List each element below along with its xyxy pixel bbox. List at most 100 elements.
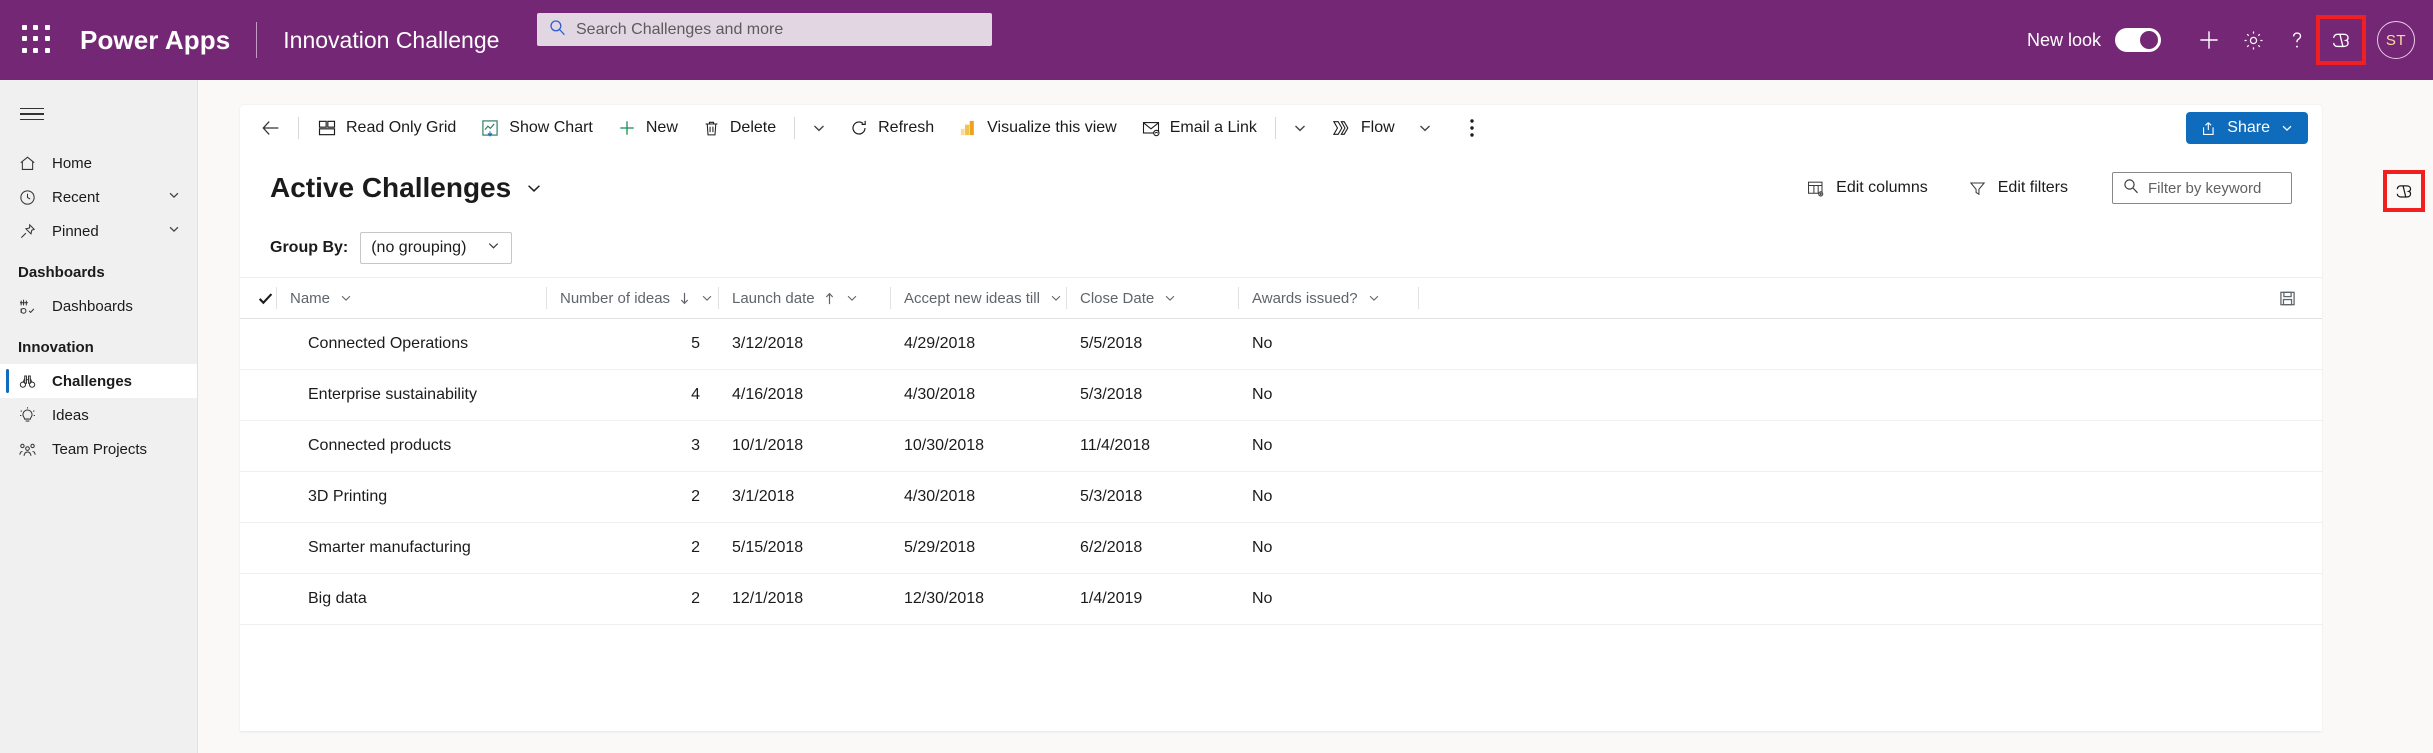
more-commands-button[interactable]	[1459, 108, 1485, 148]
column-label: Close Date	[1080, 289, 1155, 307]
command-label: Email a Link	[1169, 119, 1257, 136]
column-header-awards-issued[interactable]: Awards issued?	[1238, 277, 1418, 319]
column-header-launch-date[interactable]: Launch date	[718, 277, 890, 319]
chevron-down-icon[interactable]	[2280, 121, 2294, 135]
sidebar-item-home[interactable]: Home	[0, 146, 197, 180]
cell-name[interactable]: Enterprise sustainability	[276, 386, 546, 404]
hamburger-menu-icon[interactable]	[10, 92, 54, 136]
add-icon[interactable]	[2187, 18, 2231, 62]
cell-close-date: 11/4/2018	[1080, 437, 1150, 454]
app-name[interactable]: Innovation Challenge	[283, 27, 499, 54]
chevron-down-icon[interactable]	[1367, 291, 1381, 305]
command-bar: Read Only Grid Show Chart New Delete Ref…	[240, 105, 2322, 151]
sidebar-item-dashboards[interactable]: Dashboards	[0, 289, 197, 323]
cell-name[interactable]: Connected Operations	[276, 335, 546, 353]
email-a-link-button[interactable]: Email a Link	[1129, 108, 1269, 148]
column-header-accept-new-ideas-till[interactable]: Accept new ideas till	[890, 277, 1066, 319]
flow-button[interactable]: Flow	[1318, 108, 1407, 148]
table-row[interactable]: Connected Operations 5 3/12/2018 4/29/20…	[240, 319, 2322, 370]
cell-launch-date: 12/1/2018	[732, 590, 804, 607]
email-icon	[1141, 118, 1161, 138]
sidebar-item-recent[interactable]: Recent	[0, 180, 197, 214]
refresh-button[interactable]: Refresh	[837, 108, 946, 148]
cell-name[interactable]: Big data	[276, 590, 546, 608]
sidebar-item-label: Challenges	[52, 372, 133, 390]
copilot-icon[interactable]	[2316, 15, 2366, 65]
command-label: Visualize this view	[987, 119, 1117, 136]
email-overflow-chevron[interactable]	[1282, 108, 1318, 148]
column-label: Name	[290, 289, 331, 307]
keyword-filter[interactable]	[2112, 172, 2292, 204]
table-row[interactable]: Smarter manufacturing 2 5/15/2018 5/29/2…	[240, 523, 2322, 574]
chevron-down-icon[interactable]	[1163, 291, 1177, 305]
sidebar-item-ideas[interactable]: Ideas	[0, 398, 197, 432]
global-search[interactable]	[537, 13, 992, 46]
cell-name[interactable]: Smarter manufacturing	[276, 539, 546, 557]
new-button[interactable]: New	[605, 108, 690, 148]
app-header: Power Apps Innovation Challenge New look	[0, 0, 2433, 80]
cell-accept-new-ideas-till: 10/30/2018	[904, 437, 985, 454]
plus-icon	[617, 118, 637, 138]
read-only-grid-button[interactable]: Read Only Grid	[305, 108, 468, 148]
cell-accept-new-ideas-till: 4/30/2018	[904, 386, 976, 403]
column-header-close-date[interactable]: Close Date	[1066, 277, 1238, 319]
visualize-this-view-button[interactable]: Visualize this view	[946, 108, 1129, 148]
group-by-value: (no grouping)	[371, 239, 467, 256]
edit-columns-button[interactable]: Edit columns	[1806, 179, 1928, 198]
new-look-toggle[interactable]	[2115, 28, 2161, 52]
table-row[interactable]: 3D Printing 2 3/1/2018 4/30/2018 5/3/201…	[240, 472, 2322, 523]
trash-icon	[702, 119, 721, 138]
waffle-grid-icon[interactable]	[22, 25, 52, 55]
header-divider	[256, 22, 258, 58]
save-icon[interactable]	[2279, 290, 2296, 307]
sidebar-item-team-projects[interactable]: Team Projects	[0, 432, 197, 466]
cell-launch-date: 3/12/2018	[732, 335, 804, 352]
view-selector-chevron-down-icon[interactable]	[525, 179, 543, 197]
keyword-filter-input[interactable]	[2148, 179, 2278, 197]
chevron-down-icon[interactable]	[167, 222, 181, 240]
select-all-checkbox[interactable]	[240, 290, 276, 307]
edit-filters-button[interactable]: Edit filters	[1968, 179, 2068, 198]
pin-icon	[18, 222, 44, 241]
sidebar-item-challenges[interactable]: Challenges	[0, 364, 197, 398]
copilot-panel-button[interactable]	[2375, 168, 2433, 214]
table-row[interactable]: Big data 2 12/1/2018 12/30/2018 1/4/2019…	[240, 574, 2322, 625]
show-chart-button[interactable]: Show Chart	[468, 108, 605, 148]
cell-accept-new-ideas-till: 12/30/2018	[904, 590, 985, 607]
delete-button[interactable]: Delete	[690, 108, 788, 148]
column-header-number-of-ideas[interactable]: Number of ideas	[546, 277, 718, 319]
search-icon	[2123, 178, 2139, 199]
table-row[interactable]: Connected products 3 10/1/2018 10/30/201…	[240, 421, 2322, 472]
chevron-down-icon[interactable]	[845, 291, 859, 305]
group-by-select[interactable]: (no grouping)	[360, 232, 513, 264]
chevron-down-icon[interactable]	[700, 291, 714, 305]
chart-icon	[480, 118, 500, 138]
sort-ascending-icon	[823, 291, 836, 306]
cell-name[interactable]: Connected products	[276, 437, 546, 455]
cell-name[interactable]: 3D Printing	[276, 488, 546, 506]
chevron-down-icon[interactable]	[1049, 291, 1063, 305]
search-input[interactable]	[576, 20, 956, 39]
copilot-icon[interactable]	[2383, 170, 2425, 212]
command-label: Refresh	[878, 119, 935, 136]
settings-gear-icon[interactable]	[2231, 18, 2275, 62]
column-header-name[interactable]: Name	[276, 277, 546, 319]
brand-title[interactable]: Power Apps	[80, 25, 230, 56]
avatar[interactable]: ST	[2377, 21, 2415, 59]
share-button[interactable]: Share	[2186, 112, 2308, 144]
chevron-down-icon[interactable]	[167, 188, 181, 206]
column-label: Launch date	[732, 289, 815, 307]
flow-chevron[interactable]	[1407, 108, 1443, 148]
back-button[interactable]	[250, 108, 292, 148]
clock-icon	[18, 188, 44, 207]
group-by-row: Group By: (no grouping)	[240, 225, 2322, 271]
share-icon	[2200, 119, 2219, 138]
table-row[interactable]: Enterprise sustainability 4 4/16/2018 4/…	[240, 370, 2322, 421]
help-icon[interactable]	[2275, 18, 2319, 62]
tool-label: Edit filters	[1997, 179, 2068, 196]
chevron-down-icon[interactable]	[339, 291, 353, 305]
delete-overflow-chevron[interactable]	[801, 108, 837, 148]
grid-icon	[317, 118, 337, 138]
sidebar-item-pinned[interactable]: Pinned	[0, 214, 197, 248]
cell-close-date: 5/3/2018	[1080, 386, 1143, 403]
